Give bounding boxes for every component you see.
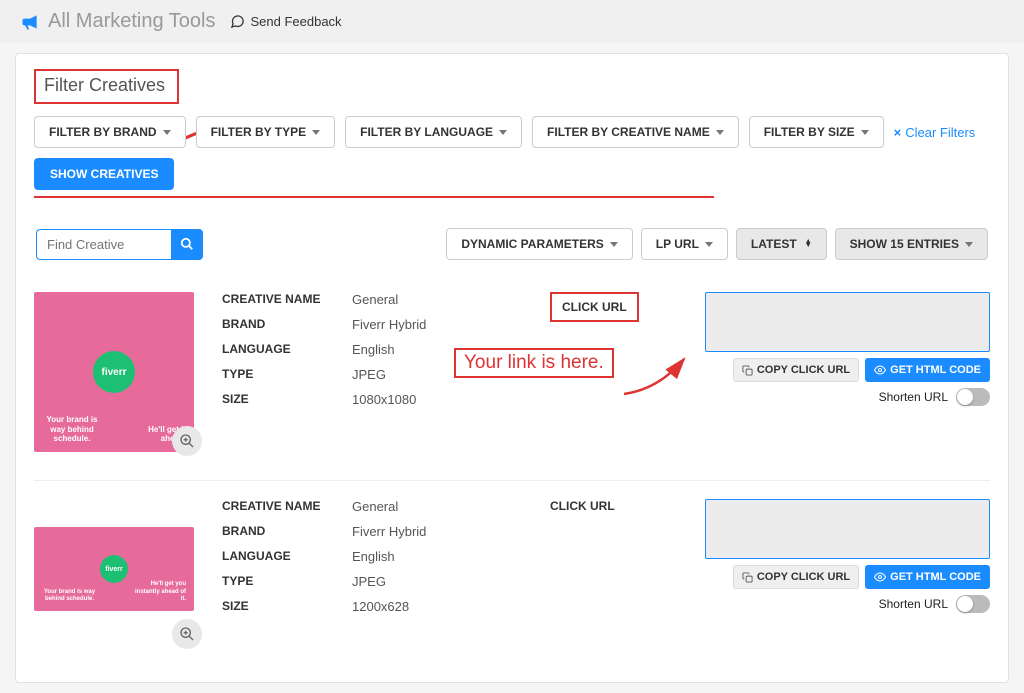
eye-icon bbox=[874, 571, 886, 583]
filter-brand-button[interactable]: FILTER BY BRAND bbox=[34, 116, 186, 148]
label-type: TYPE bbox=[222, 367, 352, 382]
value-creative-name: General bbox=[352, 499, 398, 514]
eye-icon bbox=[874, 364, 886, 376]
shorten-url-label: Shorten URL bbox=[879, 597, 948, 611]
value-creative-name: General bbox=[352, 292, 398, 307]
zoom-in-icon bbox=[179, 626, 195, 642]
label-brand: BRAND bbox=[222, 317, 352, 332]
copy-click-url-button[interactable]: COPY CLICK URL bbox=[733, 565, 859, 589]
click-url-box[interactable] bbox=[705, 499, 990, 559]
show-creatives-button[interactable]: SHOW CREATIVES bbox=[34, 158, 174, 190]
zoom-in-icon bbox=[179, 433, 195, 449]
get-html-code-button[interactable]: GET HTML CODE bbox=[865, 565, 990, 589]
value-language: English bbox=[352, 342, 395, 357]
sort-icon: ▲▼ bbox=[805, 240, 812, 248]
shorten-url-toggle[interactable] bbox=[956, 595, 990, 613]
brand-badge: fiverr bbox=[100, 555, 128, 583]
caret-down-icon bbox=[312, 130, 320, 135]
caret-down-icon bbox=[716, 130, 724, 135]
label-creative-name: CREATIVE NAME bbox=[222, 499, 352, 514]
search-button[interactable] bbox=[171, 229, 203, 260]
creative-thumbnail[interactable]: fiverr Your brand is way behind schedule… bbox=[34, 499, 204, 639]
creative-row: fiverr Your brand is way behind schedule… bbox=[34, 274, 990, 481]
value-brand: Fiverr Hybrid bbox=[352, 317, 426, 332]
click-url-box[interactable] bbox=[705, 292, 990, 352]
label-brand: BRAND bbox=[222, 524, 352, 539]
search-group bbox=[36, 229, 203, 260]
brand-badge: fiverr bbox=[93, 351, 135, 393]
label-language: LANGUAGE bbox=[222, 342, 352, 357]
filter-row: FILTER BY BRAND FILTER BY TYPE FILTER BY… bbox=[34, 116, 990, 190]
label-size: SIZE bbox=[222, 599, 352, 614]
value-brand: Fiverr Hybrid bbox=[352, 524, 426, 539]
label-type: TYPE bbox=[222, 574, 352, 589]
copy-icon bbox=[742, 365, 753, 376]
value-type: JPEG bbox=[352, 574, 386, 589]
value-type: JPEG bbox=[352, 367, 386, 382]
creative-row: fiverr Your brand is way behind schedule… bbox=[34, 481, 990, 667]
filter-size-button[interactable]: FILTER BY SIZE bbox=[749, 116, 884, 148]
sort-latest-button[interactable]: LATEST▲▼ bbox=[736, 228, 827, 260]
get-html-code-button[interactable]: GET HTML CODE bbox=[865, 358, 990, 382]
filter-language-button[interactable]: FILTER BY LANGUAGE bbox=[345, 116, 522, 148]
search-icon bbox=[180, 237, 194, 251]
page-title: All Marketing Tools bbox=[20, 10, 215, 33]
value-size: 1080x1080 bbox=[352, 392, 416, 407]
label-language: LANGUAGE bbox=[222, 549, 352, 564]
label-creative-name: CREATIVE NAME bbox=[222, 292, 352, 307]
caret-down-icon bbox=[610, 242, 618, 247]
creative-thumbnail[interactable]: fiverr Your brand is way behind schedule… bbox=[34, 292, 204, 452]
label-size: SIZE bbox=[222, 392, 352, 407]
copy-icon bbox=[742, 572, 753, 583]
click-url-label: CLICK URL bbox=[550, 499, 615, 513]
dynamic-parameters-button[interactable]: DYNAMIC PARAMETERS bbox=[446, 228, 632, 260]
value-size: 1200x628 bbox=[352, 599, 409, 614]
caret-down-icon bbox=[163, 130, 171, 135]
x-icon: × bbox=[894, 125, 902, 140]
bullhorn-icon bbox=[20, 12, 40, 32]
annotation-underline bbox=[34, 196, 714, 198]
zoom-button[interactable] bbox=[172, 426, 202, 456]
send-feedback-link[interactable]: Send Feedback bbox=[230, 14, 341, 29]
annotation-callout: Your link is here. bbox=[454, 348, 614, 378]
copy-click-url-button[interactable]: COPY CLICK URL bbox=[733, 358, 859, 382]
shorten-url-label: Shorten URL bbox=[879, 390, 948, 404]
show-entries-button[interactable]: SHOW 15 ENTRIES bbox=[835, 228, 988, 260]
search-input[interactable] bbox=[36, 229, 171, 260]
caret-down-icon bbox=[499, 130, 507, 135]
click-url-label: CLICK URL bbox=[550, 292, 639, 322]
filter-type-button[interactable]: FILTER BY TYPE bbox=[196, 116, 336, 148]
lp-url-button[interactable]: LP URL bbox=[641, 228, 728, 260]
caret-down-icon bbox=[965, 242, 973, 247]
clear-filters-link[interactable]: ×Clear Filters bbox=[894, 125, 976, 140]
page-title-text: All Marketing Tools bbox=[48, 10, 215, 33]
caret-down-icon bbox=[861, 130, 869, 135]
filter-heading: Filter Creatives bbox=[34, 69, 179, 104]
filter-creative-name-button[interactable]: FILTER BY CREATIVE NAME bbox=[532, 116, 739, 148]
comment-icon bbox=[230, 14, 245, 29]
shorten-url-toggle[interactable] bbox=[956, 388, 990, 406]
zoom-button[interactable] bbox=[172, 619, 202, 649]
caret-down-icon bbox=[705, 242, 713, 247]
value-language: English bbox=[352, 549, 395, 564]
